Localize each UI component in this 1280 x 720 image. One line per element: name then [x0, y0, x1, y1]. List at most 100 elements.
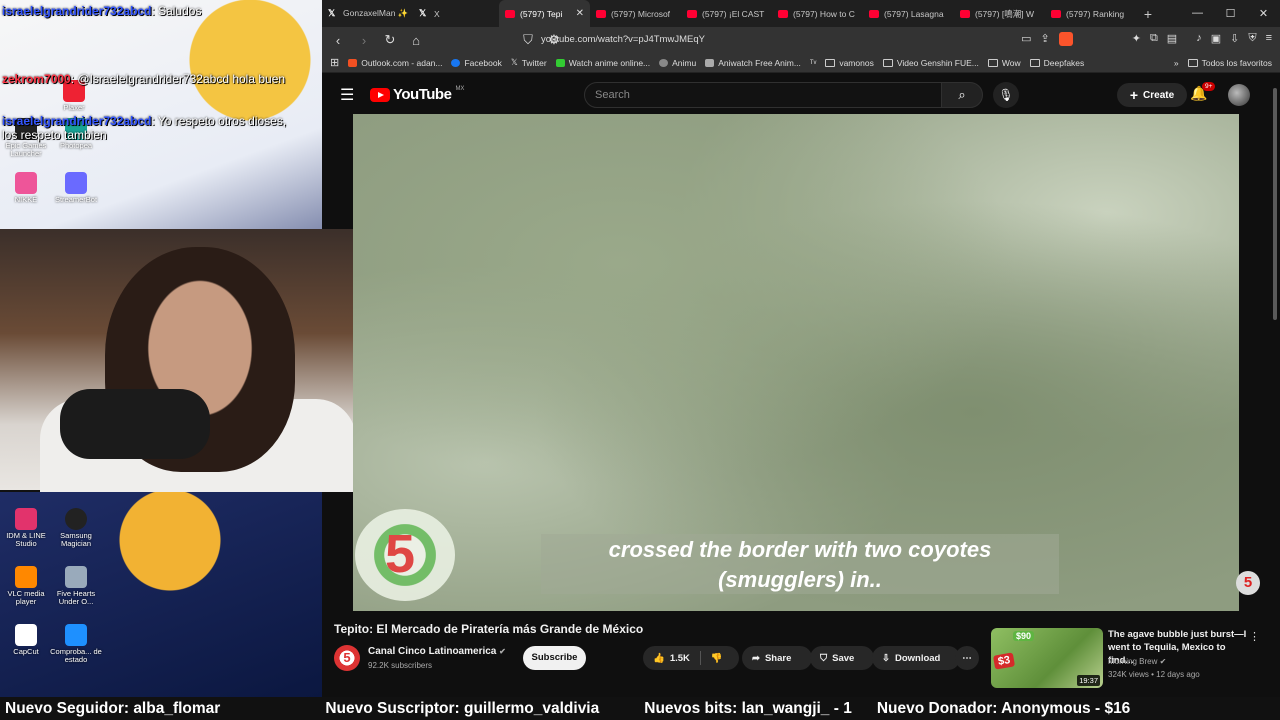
browser-tab[interactable]: (5797) How to C [772, 0, 863, 27]
window-controls: — ☐ ✕ [1181, 7, 1280, 20]
tab-label: (5797) Tepi [520, 8, 563, 19]
like-dislike-group: 👍 1.5K 👎 [643, 646, 739, 670]
bookmark-label: Video Genshin FUE... [896, 57, 979, 68]
create-button[interactable]: + Create [1117, 83, 1187, 107]
desktop-icon-five-hearts[interactable]: Five Hearts Under O... [50, 566, 102, 607]
tab-label: (5797) Microsof [611, 8, 671, 19]
cast-icon[interactable]: ▭ [1021, 32, 1031, 46]
downloads-icon[interactable]: ⇩ [1230, 32, 1239, 46]
subscribe-button[interactable]: Subscribe [523, 646, 586, 670]
browser-tab[interactable]: 𝕏X [413, 0, 499, 27]
home-icon[interactable]: ⌂ [408, 33, 424, 48]
recommended-video-thumbnail[interactable]: $90 $3 19:37 [991, 628, 1103, 688]
browser-tab[interactable]: (5797) Lasagna [863, 0, 954, 27]
extensions-icon[interactable]: ⧉ [1150, 32, 1158, 46]
video-player[interactable]: 5 crossed the border with two coyotes (s… [353, 114, 1239, 611]
bookmark-label: Todos los favoritos [1201, 57, 1272, 68]
more-actions-button[interactable]: ⋯ [955, 646, 979, 670]
wallet-icon[interactable]: ▣ [1211, 32, 1221, 46]
caption-line: crossed the border with two coyotes [608, 537, 992, 562]
like-count[interactable]: 1.5K [670, 653, 690, 664]
bookmarks-overflow-icon[interactable]: » [1174, 58, 1179, 68]
close-window-icon[interactable]: ✕ [1247, 7, 1280, 20]
apps-grid-icon[interactable]: ⊞ [330, 56, 339, 69]
share-page-icon[interactable]: ⇪ [1041, 32, 1050, 46]
anime-site-icon [555, 58, 565, 67]
hamburger-menu-icon[interactable]: ☰ [340, 85, 354, 105]
vpn-icon[interactable]: ⛨ [1248, 32, 1256, 46]
thumbnail-price-tag: $3 [992, 652, 1016, 670]
menu-icon[interactable]: ≡ [1266, 32, 1272, 46]
page-scrollbar[interactable] [1270, 74, 1280, 689]
youtube-logo[interactable]: YouTube MX [370, 86, 464, 103]
divider [699, 651, 701, 665]
bookmark-folder-wow[interactable]: Wow [987, 58, 1021, 68]
minimize-icon[interactable]: — [1181, 7, 1214, 20]
youtube-play-icon [370, 87, 390, 102]
new-tab-button[interactable]: + [1136, 6, 1160, 22]
download-button[interactable]: ⇩ Download [872, 646, 960, 670]
recommended-channel[interactable]: Morning Brew ✔ [1108, 657, 1166, 666]
brave-shield-icon[interactable] [1058, 32, 1073, 46]
sidebar-icon[interactable]: ▤ [1167, 32, 1177, 46]
forward-icon[interactable]: › [356, 33, 372, 48]
youtube-icon [687, 9, 697, 18]
browser-tab-bar: 𝕏 GonzaxelMan ✨ 𝕏X (5797) Tepi ✕ (5797) Mi… [322, 0, 1280, 27]
browser-tab[interactable]: (5797) Ranking [1045, 0, 1136, 27]
close-tab-icon[interactable]: ✕ [576, 8, 584, 19]
desktop-icon-nikke[interactable]: NIKKE [0, 172, 52, 204]
bookmark-animu[interactable]: Animu [659, 58, 696, 68]
search-input[interactable]: Search [584, 82, 942, 108]
desktop-icon-idm[interactable]: IDM & LINE Studio [0, 508, 52, 549]
browser-tab-active[interactable]: (5797) Tepi ✕ [499, 0, 590, 27]
create-label: Create [1143, 89, 1175, 101]
bookmark-folder-deepfakes[interactable]: Deepfakes [1029, 58, 1084, 68]
back-icon[interactable]: ‹ [330, 33, 346, 48]
channel-avatar[interactable]: 5 [334, 645, 360, 671]
folder-icon [1029, 58, 1040, 67]
maximize-icon[interactable]: ☐ [1214, 7, 1247, 20]
desktop-icon-vlc[interactable]: VLC media player [0, 566, 52, 607]
bookmark-watch-anime[interactable]: Watch anime online... [555, 58, 650, 68]
desktop-icon-comprobacion[interactable]: Comproba... de estado [50, 624, 102, 665]
bookmark-icon[interactable]: ⛉ [520, 32, 536, 48]
bookmark-aniwatch[interactable]: Aniwatch Free Anim... [705, 58, 801, 68]
user-avatar[interactable] [1228, 84, 1250, 106]
reload-icon[interactable]: ↻ [382, 32, 398, 48]
dislike-icon[interactable]: 👎 [711, 653, 723, 664]
aniwatch-icon [705, 58, 715, 67]
recommended-more-icon[interactable]: ⋮ [1249, 630, 1260, 643]
browser-tab[interactable]: (5797) Microsof [590, 0, 681, 27]
like-icon[interactable]: 👍 [653, 653, 665, 664]
webcam-microphone [60, 389, 210, 459]
x-logo-icon: 𝕏 [419, 8, 427, 18]
youtube-icon [960, 9, 970, 18]
desktop-icon-streamerbot[interactable]: StreamerBot [50, 172, 102, 204]
bookmark-folder-genshin[interactable]: Video Genshin FUE... [882, 57, 979, 68]
desktop-icon-capcut[interactable]: CapCut [0, 624, 52, 656]
bookmark-twitter[interactable]: 𝕏 Twitter [511, 57, 547, 68]
browser-tab[interactable]: 𝕏 GonzaxelMan ✨ [322, 0, 413, 27]
channel-branding-badge[interactable]: 5 [1236, 571, 1260, 595]
bookmark-all-favorites[interactable]: Todos los favoritos [1187, 57, 1272, 68]
music-icon[interactable]: ♪ [1196, 32, 1202, 46]
share-button[interactable]: ➦ Share [742, 646, 812, 670]
bookmark-folder-vamonos[interactable]: vamonos [825, 58, 874, 68]
browser-tab[interactable]: (5797) ¡El CAST [681, 0, 772, 27]
address-bar-actions: ▭ ⇪ ✦ ⧉ ▤ ♪ ▣ ⇩ ⛨ ≡ [1021, 32, 1272, 46]
tab-label: (5797) ¡El CAST [702, 8, 765, 19]
bookmark-facebook[interactable]: Facebook [451, 58, 502, 68]
search-button[interactable]: ⌕ [941, 82, 983, 108]
desktop-icon-samsung[interactable]: Samsung Magician [50, 508, 102, 549]
download-icon: ⇩ [882, 652, 890, 664]
voice-search-button[interactable]: 🎙 [993, 82, 1019, 108]
folder-icon [1187, 58, 1198, 67]
bookmark-outlook[interactable]: Outlook.com - adan... [348, 58, 442, 68]
channel-name[interactable]: Canal Cinco Latinoamerica ✔ [368, 646, 506, 657]
bookmark-unnamed-icon[interactable]: ᵀᵛ [810, 58, 816, 68]
browser-tab[interactable]: (5797) [鳴潮] W [954, 0, 1045, 27]
save-button[interactable]: ⛉ Save [810, 646, 874, 670]
leo-icon[interactable]: ✦ [1132, 32, 1141, 46]
url-field[interactable]: youtube.com/watch?v=pJ4TmwJMEqY [541, 34, 705, 45]
scrollbar-thumb[interactable] [1273, 88, 1277, 320]
